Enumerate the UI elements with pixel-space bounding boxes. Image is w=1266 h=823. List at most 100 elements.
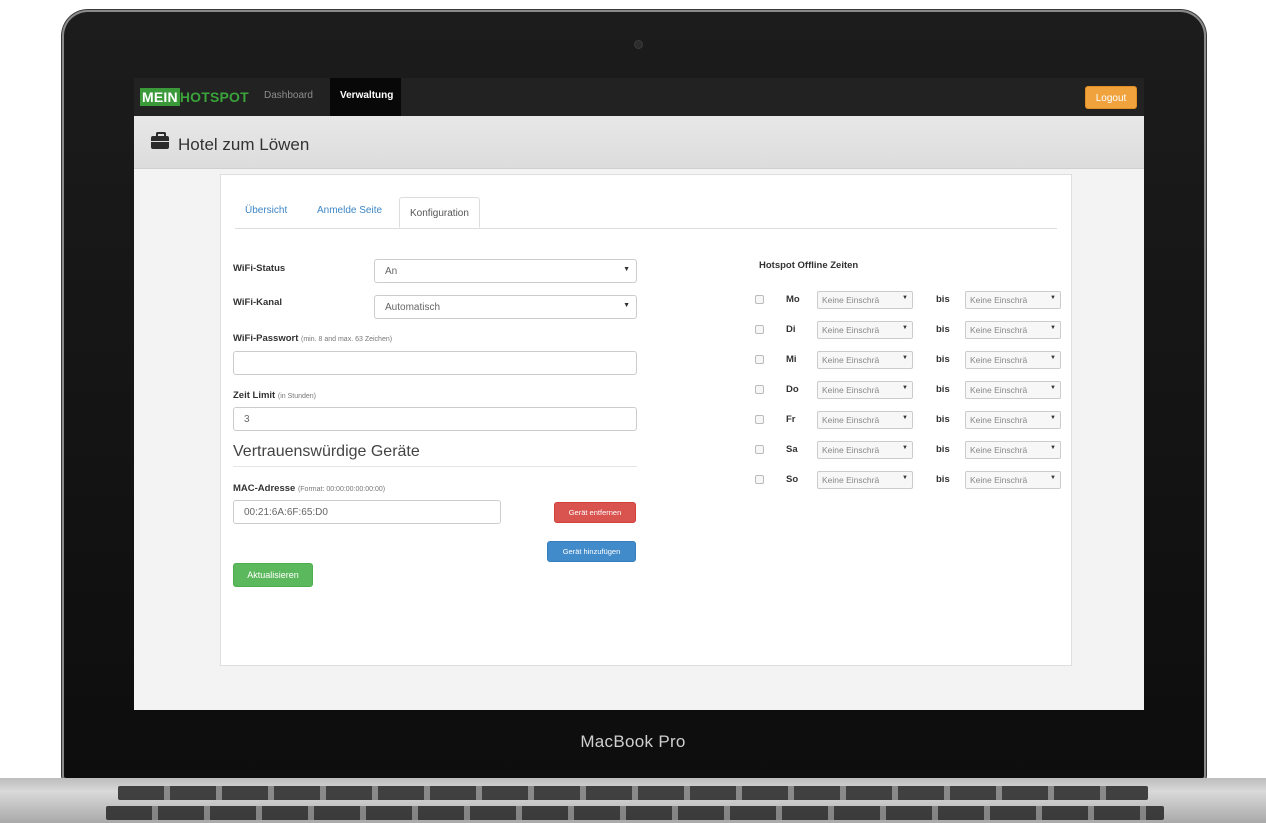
screen: MEIN HOTSPOT Dashboard Verwaltung Logout …: [134, 78, 1144, 710]
nav-dashboard[interactable]: Dashboard: [264, 90, 313, 101]
from-time-value: Keine Einschrä: [822, 325, 880, 335]
caret-down-icon: ▼: [1050, 295, 1056, 301]
to-label: bis: [936, 294, 950, 305]
to-time-select[interactable]: Keine Einschrä ▼: [965, 351, 1061, 369]
top-navbar: MEIN HOTSPOT Dashboard Verwaltung Logout: [134, 78, 1144, 116]
device-brand-label: MacBook Pro: [580, 732, 686, 751]
day-checkbox[interactable]: [755, 385, 764, 394]
brand-logo[interactable]: MEIN HOTSPOT: [140, 88, 249, 106]
caret-down-icon: ▼: [623, 266, 630, 273]
schedule-row-fr: Fr Keine Einschrä ▼ bis Keine Einschrä ▼: [755, 411, 1065, 431]
caret-down-icon: ▼: [1050, 325, 1056, 331]
caret-down-icon: ▼: [1050, 355, 1056, 361]
wifi-status-select[interactable]: An ▼: [374, 259, 637, 283]
day-checkbox[interactable]: [755, 295, 764, 304]
briefcase-icon: [151, 132, 169, 149]
to-label: bis: [936, 384, 950, 395]
day-label: Fr: [786, 414, 796, 425]
day-checkbox[interactable]: [755, 415, 764, 424]
from-time-select[interactable]: Keine Einschrä ▼: [817, 291, 913, 309]
caret-down-icon: ▼: [902, 325, 908, 331]
from-time-select[interactable]: Keine Einschrä ▼: [817, 441, 913, 459]
remove-device-button[interactable]: Gerät entfernen: [554, 502, 636, 523]
logout-button[interactable]: Logout: [1085, 86, 1137, 109]
nav-verwaltung[interactable]: Verwaltung: [340, 90, 393, 101]
caret-down-icon: ▼: [1050, 445, 1056, 451]
day-label: Sa: [786, 444, 798, 455]
caret-down-icon: ▼: [623, 302, 630, 309]
caret-down-icon: ▼: [1050, 385, 1056, 391]
to-time-value: Keine Einschrä: [970, 295, 1028, 305]
tab-uebersicht[interactable]: Übersicht: [245, 205, 287, 216]
from-time-select[interactable]: Keine Einschrä ▼: [817, 411, 913, 429]
schedule-row-do: Do Keine Einschrä ▼ bis Keine Einschrä ▼: [755, 381, 1065, 401]
wifi-password-label-text: WiFi-Passwort: [233, 333, 299, 344]
mac-address-label-text: MAC-Adresse: [233, 483, 296, 494]
to-label: bis: [936, 444, 950, 455]
to-time-select[interactable]: Keine Einschrä ▼: [965, 321, 1061, 339]
to-label: bis: [936, 474, 950, 485]
wifi-password-input[interactable]: [233, 351, 637, 375]
caret-down-icon: ▼: [902, 295, 908, 301]
tab-anmelde-seite[interactable]: Anmelde Seite: [317, 205, 382, 216]
wifi-channel-select[interactable]: Automatisch ▼: [374, 295, 637, 319]
caret-down-icon: ▼: [902, 385, 908, 391]
to-time-select[interactable]: Keine Einschrä ▼: [965, 291, 1061, 309]
caret-down-icon: ▼: [902, 355, 908, 361]
logo-hotspot: HOTSPOT: [179, 89, 249, 105]
wifi-password-hint: (min. 8 and max. 63 Zeichen): [301, 336, 393, 343]
day-checkbox[interactable]: [755, 445, 764, 454]
mac-address-input[interactable]: 00:21:6A:6F:65:D0: [233, 500, 501, 524]
from-time-select[interactable]: Keine Einschrä ▼: [817, 321, 913, 339]
caret-down-icon: ▼: [902, 475, 908, 481]
config-panel: Übersicht Anmelde Seite Konfiguration Wi…: [220, 174, 1072, 666]
add-device-button[interactable]: Gerät hinzufügen: [547, 541, 636, 562]
wifi-channel-label: WiFi-Kanal: [233, 297, 282, 308]
page-title: Hotel zum Löwen: [178, 135, 310, 154]
to-label: bis: [936, 414, 950, 425]
day-checkbox[interactable]: [755, 325, 764, 334]
to-time-select[interactable]: Keine Einschrä ▼: [965, 411, 1061, 429]
trusted-devices-heading: Vertrauenswürdige Geräte: [233, 443, 637, 467]
day-label: Di: [786, 324, 796, 335]
day-label: Mo: [786, 294, 800, 305]
day-checkbox[interactable]: [755, 355, 764, 364]
schedule-row-so: So Keine Einschrä ▼ bis Keine Einschrä ▼: [755, 471, 1065, 491]
time-limit-input[interactable]: 3: [233, 407, 637, 431]
day-label: Mi: [786, 354, 797, 365]
from-time-value: Keine Einschrä: [822, 415, 880, 425]
wifi-status-label: WiFi-Status: [233, 263, 286, 274]
wifi-password-label: WiFi-Passwort (min. 8 and max. 63 Zeiche…: [233, 333, 392, 344]
to-label: bis: [936, 354, 950, 365]
from-time-value: Keine Einschrä: [822, 295, 880, 305]
schedule-row-mi: Mi Keine Einschrä ▼ bis Keine Einschrä ▼: [755, 351, 1065, 371]
mac-address-label: MAC-Adresse (Format: 00:00:00:00:00:00): [233, 483, 385, 494]
keyboard-keys: [106, 806, 1164, 820]
from-time-value: Keine Einschrä: [822, 445, 880, 455]
to-time-select[interactable]: Keine Einschrä ▼: [965, 381, 1061, 399]
time-limit-hint: (in Stunden): [277, 393, 317, 400]
time-limit-label-text: Zeit Limit: [233, 390, 276, 401]
to-time-select[interactable]: Keine Einschrä ▼: [965, 441, 1061, 459]
to-time-value: Keine Einschrä: [970, 475, 1028, 485]
from-time-select[interactable]: Keine Einschrä ▼: [817, 351, 913, 369]
from-time-value: Keine Einschrä: [822, 475, 880, 485]
to-label: bis: [936, 324, 950, 335]
wifi-channel-value: Automatisch: [385, 302, 441, 313]
laptop-keyboard-base: [0, 778, 1266, 823]
tab-konfiguration[interactable]: Konfiguration: [399, 197, 480, 228]
to-time-select[interactable]: Keine Einschrä ▼: [965, 471, 1061, 489]
day-checkbox[interactable]: [755, 475, 764, 484]
from-time-select[interactable]: Keine Einschrä ▼: [817, 471, 913, 489]
from-time-select[interactable]: Keine Einschrä ▼: [817, 381, 913, 399]
to-time-value: Keine Einschrä: [970, 325, 1028, 335]
schedule-row-sa: Sa Keine Einschrä ▼ bis Keine Einschrä ▼: [755, 441, 1065, 461]
to-time-value: Keine Einschrä: [970, 355, 1028, 365]
caret-down-icon: ▼: [902, 445, 908, 451]
from-time-value: Keine Einschrä: [822, 355, 880, 365]
from-time-value: Keine Einschrä: [822, 385, 880, 395]
caret-down-icon: ▼: [902, 415, 908, 421]
schedule-row-mo: Mo Keine Einschrä ▼ bis Keine Einschrä ▼: [755, 291, 1065, 311]
update-button[interactable]: Aktualisieren: [233, 563, 313, 587]
offline-schedule-title: Hotspot Offline Zeiten: [759, 260, 859, 271]
